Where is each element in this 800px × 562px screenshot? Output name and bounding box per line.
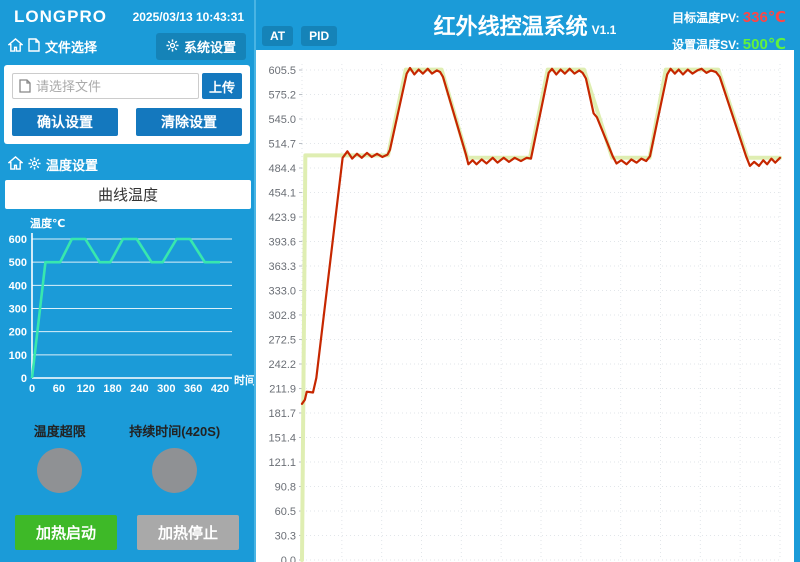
clear-settings-button[interactable]: 清除设置: [136, 108, 242, 136]
svg-text:242.2: 242.2: [268, 359, 296, 371]
svg-text:500: 500: [9, 257, 27, 269]
main-panel: AT PID 红外线控温系统 V1.1 目标温度PV: 336℃ 设置温度SV:…: [256, 0, 800, 562]
svg-text:151.4: 151.4: [268, 432, 296, 444]
svg-text:0: 0: [21, 373, 27, 385]
svg-text:300: 300: [157, 383, 175, 395]
pv-label: 目标温度PV:: [672, 11, 739, 25]
sv-label: 设置温度SV:: [672, 38, 739, 52]
svg-text:545.0: 545.0: [268, 114, 296, 126]
gear-icon: [166, 39, 179, 55]
file-select-input[interactable]: [36, 79, 192, 94]
svg-text:240: 240: [130, 383, 148, 395]
svg-text:时间(s): 时间(s): [234, 373, 254, 387]
system-settings-label: 系统设置: [184, 37, 236, 56]
pid-button[interactable]: PID: [301, 26, 337, 46]
main-temp-chart: 605.5 575.2 545.0 514.7 484.4 454.1 423.9 393.6…: [256, 50, 794, 562]
svg-text:393.6: 393.6: [268, 236, 296, 248]
svg-text:484.4: 484.4: [268, 163, 296, 175]
svg-text:181.7: 181.7: [268, 408, 296, 420]
nav-temp-settings[interactable]: 温度设置: [0, 144, 254, 180]
page-title-text: 红外线控温系统: [434, 9, 588, 41]
gear-icon: [28, 157, 41, 173]
svg-text:423.9: 423.9: [268, 212, 296, 224]
curve-temp-button[interactable]: 曲线温度: [5, 180, 251, 209]
duration-label: 持续时间(420S): [129, 421, 220, 440]
svg-text:420: 420: [211, 383, 229, 395]
datetime: 2025/03/13 10:43:31: [133, 10, 244, 24]
home-icon[interactable]: [8, 156, 23, 173]
svg-text:90.8: 90.8: [275, 482, 296, 494]
main-temp-chart-svg: 605.5 575.2 545.0 514.7 484.4 454.1 423.9 393.6…: [256, 50, 794, 562]
app-window: LONGPRO 2025/03/13 10:43:31 文件选择 系统设置: [0, 0, 800, 562]
nav-file-select[interactable]: 文件选择: [8, 37, 97, 56]
at-button[interactable]: AT: [262, 26, 293, 46]
logo: LONGPRO: [14, 7, 107, 27]
page-title-version: V1.1: [592, 23, 617, 37]
sidebar-top-row: LONGPRO 2025/03/13 10:43:31: [0, 0, 254, 27]
mini-temp-chart: 温度℃ 0 100 200 300 400 500 600 0 60 120 180 240 300 360…: [2, 213, 254, 403]
svg-text:454.1: 454.1: [268, 188, 296, 200]
svg-text:0: 0: [29, 383, 35, 395]
svg-text:600: 600: [9, 234, 27, 246]
duration-indicator: 持续时间(420S): [129, 421, 220, 493]
svg-text:100: 100: [9, 350, 27, 362]
pv-value: 336℃: [743, 9, 786, 26]
mode-buttons: AT PID: [262, 26, 337, 46]
svg-text:211.9: 211.9: [269, 384, 296, 396]
svg-text:363.3: 363.3: [268, 261, 296, 273]
heat-start-button[interactable]: 加热启动: [15, 515, 117, 550]
svg-text:333.0: 333.0: [268, 286, 296, 298]
file-doc-icon: [19, 79, 31, 93]
sidebar-nav-row: 文件选择 系统设置: [0, 27, 254, 65]
heat-button-row: 加热启动 加热停止: [0, 515, 254, 550]
sidebar: LONGPRO 2025/03/13 10:43:31 文件选择 系统设置: [0, 0, 256, 562]
main-header: AT PID 红外线控温系统 V1.1 目标温度PV: 336℃ 设置温度SV:…: [256, 0, 794, 50]
svg-text:575.2: 575.2: [268, 90, 296, 102]
svg-text:514.7: 514.7: [268, 138, 296, 150]
system-settings-button[interactable]: 系统设置: [156, 33, 246, 60]
home-icon[interactable]: [8, 38, 23, 55]
svg-text:302.8: 302.8: [268, 310, 296, 322]
svg-text:605.5: 605.5: [268, 65, 296, 77]
over-limit-indicator: 温度超限: [34, 421, 86, 493]
svg-text:200: 200: [9, 327, 27, 339]
svg-text:272.5: 272.5: [268, 334, 296, 346]
nav-file-select-label: 文件选择: [45, 37, 97, 56]
svg-text:121.1: 121.1: [268, 457, 296, 469]
pv-sv-readout: 目标温度PV: 336℃ 设置温度SV: 500℃: [672, 4, 786, 58]
svg-text:400: 400: [9, 280, 27, 292]
pv-row: 目标温度PV: 336℃: [672, 4, 786, 31]
svg-text:120: 120: [77, 383, 95, 395]
mini-temp-chart-svg: 温度℃ 0 100 200 300 400 500 600 0 60 120 180 240 300 360…: [2, 213, 254, 398]
svg-text:0.0: 0.0: [281, 555, 296, 562]
duration-lamp: [152, 448, 197, 493]
file-upload-card: 上传 确认设置 清除设置: [4, 65, 250, 144]
file-input-wrap: [12, 73, 199, 99]
upload-button[interactable]: 上传: [202, 73, 242, 99]
over-limit-lamp: [37, 448, 82, 493]
confirm-settings-button[interactable]: 确认设置: [12, 108, 118, 136]
page-title: 红外线控温系统 V1.1: [434, 9, 617, 41]
over-limit-label: 温度超限: [34, 421, 86, 440]
svg-text:60: 60: [53, 383, 65, 395]
temp-settings-label: 温度设置: [46, 155, 98, 174]
heat-stop-button[interactable]: 加热停止: [137, 515, 239, 550]
svg-text:60.5: 60.5: [275, 506, 296, 518]
svg-text:180: 180: [103, 383, 121, 395]
file-icon: [28, 38, 40, 55]
svg-text:30.3: 30.3: [275, 530, 296, 542]
sv-row: 设置温度SV: 500℃: [672, 31, 786, 58]
sv-value: 500℃: [743, 36, 786, 53]
svg-text:温度℃: 温度℃: [30, 216, 65, 230]
svg-text:300: 300: [9, 304, 27, 316]
svg-text:360: 360: [184, 383, 202, 395]
indicator-row: 温度超限 持续时间(420S): [0, 421, 254, 493]
